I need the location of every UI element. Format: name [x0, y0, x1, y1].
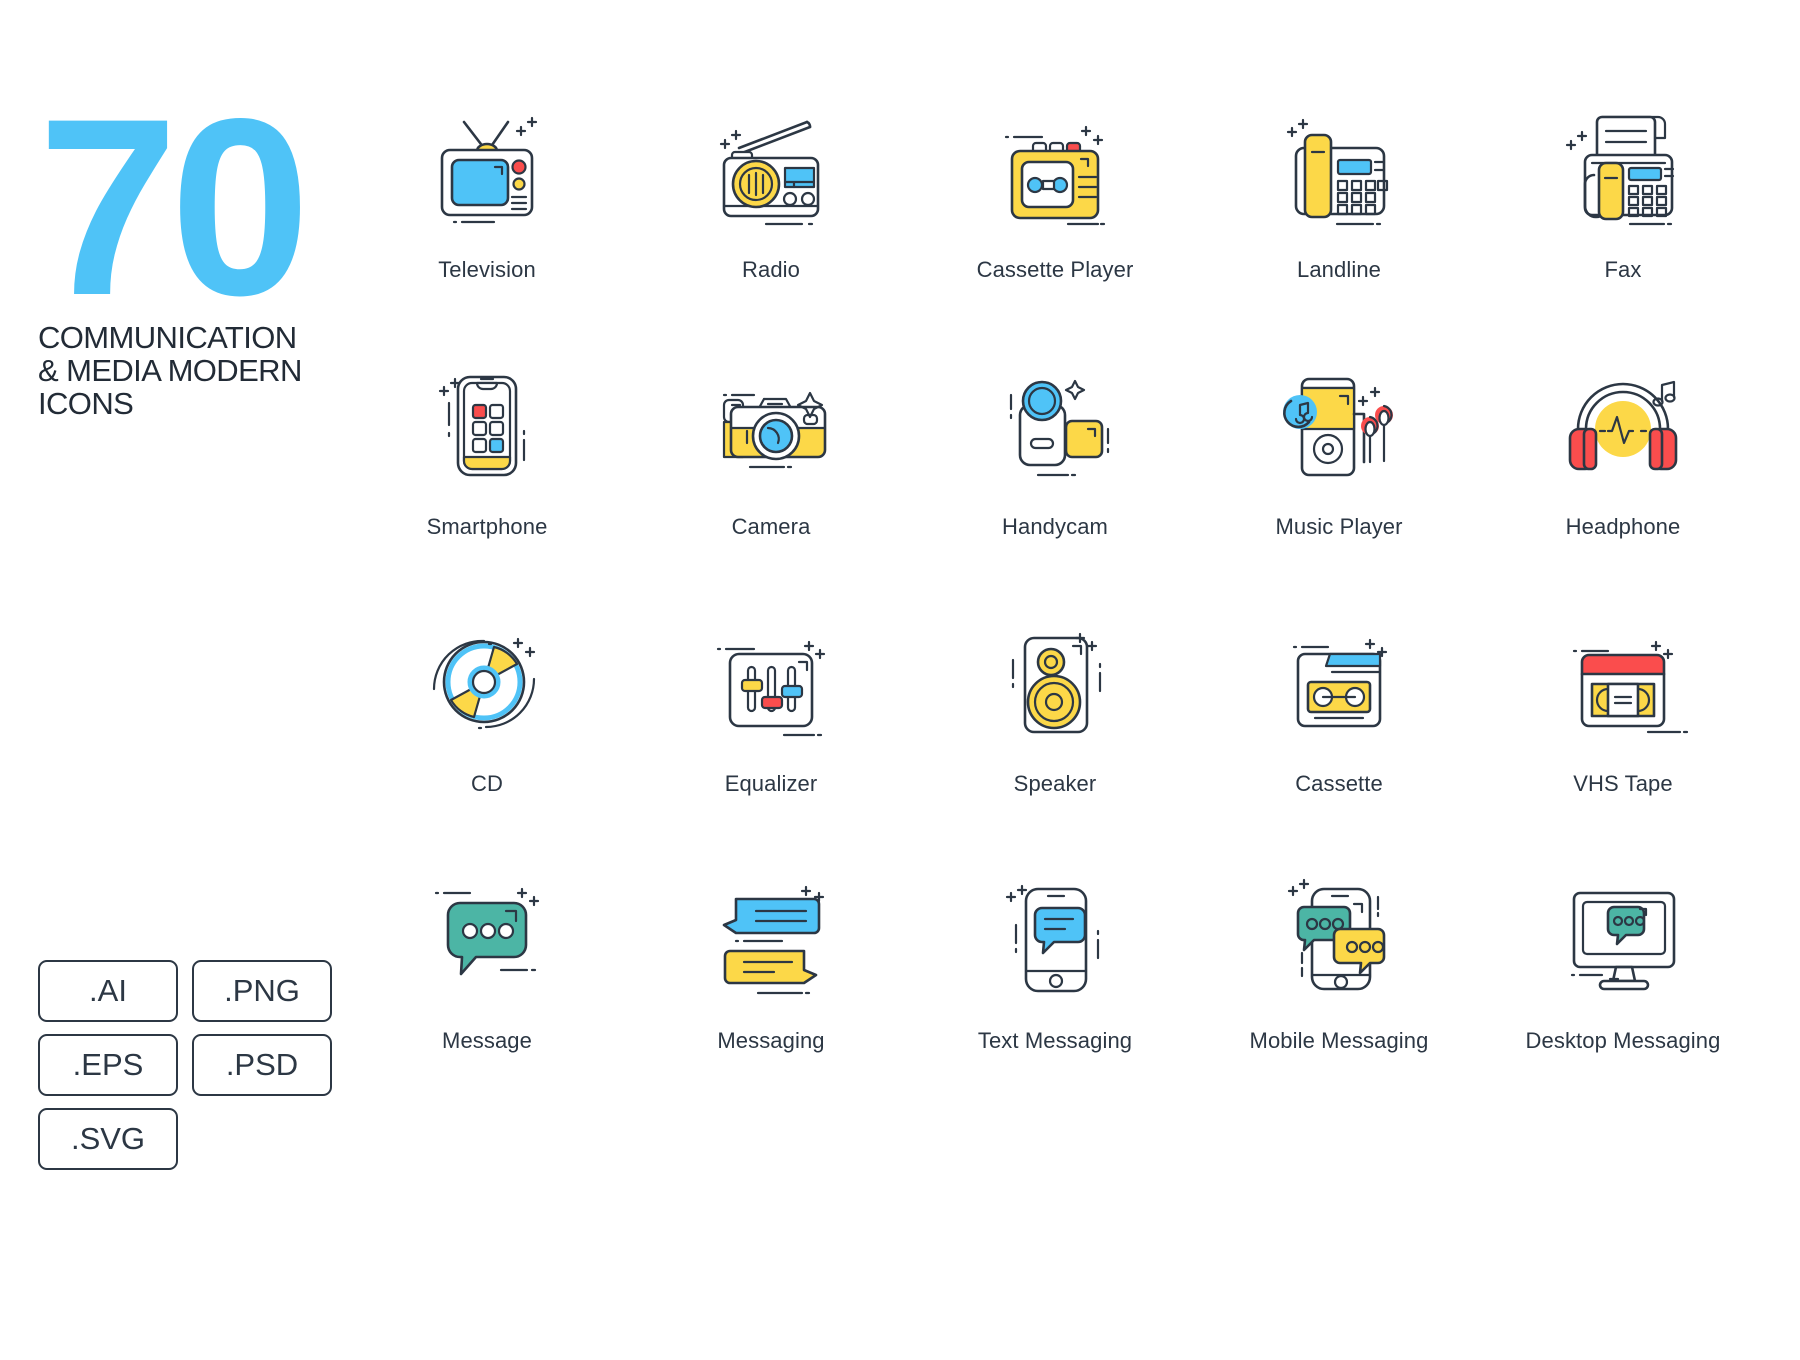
- icon-label: Cassette Player: [976, 257, 1134, 282]
- icon-label: Fax: [1604, 257, 1642, 282]
- icon-cell-cd[interactable]: CD: [345, 609, 629, 866]
- mobile-messaging-icon: [1244, 866, 1434, 1006]
- television-icon: [392, 95, 582, 235]
- icon-cell-fax[interactable]: Fax: [1481, 95, 1765, 352]
- camera-icon: [676, 352, 866, 492]
- smartphone-icon: [392, 352, 582, 492]
- icon-label: Speaker: [1013, 771, 1097, 796]
- icon-cell-text-messaging[interactable]: Text Messaging: [913, 866, 1197, 1123]
- icon-cell-camera[interactable]: Camera: [629, 352, 913, 609]
- icon-count: 70: [38, 67, 310, 348]
- fax-icon: [1528, 95, 1718, 235]
- icon-cell-cassette-player[interactable]: Cassette Player: [913, 95, 1197, 352]
- file-format-badge-svg[interactable]: .SVG: [38, 1108, 178, 1170]
- icon-label: VHS Tape: [1573, 771, 1673, 796]
- icon-label: Television: [438, 257, 536, 282]
- icon-cell-equalizer[interactable]: Equalizer: [629, 609, 913, 866]
- file-format-badge-png[interactable]: .PNG: [192, 960, 332, 1022]
- icon-label: Smartphone: [426, 514, 548, 539]
- music-player-icon: [1244, 352, 1434, 492]
- handycam-icon: [960, 352, 1150, 492]
- icon-label: Text Messaging: [977, 1028, 1133, 1053]
- icon-cell-television[interactable]: Television: [345, 95, 629, 352]
- cassette-player-icon: [960, 95, 1150, 235]
- icon-grid: Television Radio Cassette Player Landlin…: [345, 95, 1765, 1123]
- icon-cell-cassette[interactable]: Cassette: [1197, 609, 1481, 866]
- desktop-messaging-icon: [1528, 866, 1718, 1006]
- icon-label: Messaging: [717, 1028, 825, 1053]
- page-title: COMMUNICATION & MEDIA MODERN ICONS: [38, 319, 302, 422]
- icon-cell-mobile-messaging[interactable]: Mobile Messaging: [1197, 866, 1481, 1123]
- icon-label: Handycam: [1002, 514, 1108, 539]
- headphone-icon: [1528, 352, 1718, 492]
- icon-cell-desktop-messaging[interactable]: Desktop Messaging: [1481, 866, 1765, 1123]
- icon-label: Camera: [731, 514, 811, 539]
- speaker-icon: [960, 609, 1150, 749]
- icon-label: Music Player: [1275, 514, 1403, 539]
- cd-icon: [392, 609, 582, 749]
- landline-icon: [1244, 95, 1434, 235]
- icon-label: Equalizer: [724, 771, 818, 796]
- icon-cell-speaker[interactable]: Speaker: [913, 609, 1197, 866]
- icon-cell-radio[interactable]: Radio: [629, 95, 913, 352]
- file-format-badge-ai[interactable]: .AI: [38, 960, 178, 1022]
- icon-cell-messaging[interactable]: Messaging: [629, 866, 913, 1123]
- icon-label: Message: [442, 1028, 532, 1053]
- icon-set-poster: 70 COMMUNICATION & MEDIA MODERN ICONS .A…: [0, 0, 1800, 1360]
- file-format-badge-psd[interactable]: .PSD: [192, 1034, 332, 1096]
- equalizer-icon: [676, 609, 866, 749]
- icon-label: Headphone: [1565, 514, 1681, 539]
- icon-label: Desktop Messaging: [1525, 1028, 1721, 1053]
- icon-cell-message[interactable]: Message: [345, 866, 629, 1123]
- radio-icon: [676, 95, 866, 235]
- icon-label: Cassette: [1295, 771, 1383, 796]
- icon-cell-vhs-tape[interactable]: VHS Tape: [1481, 609, 1765, 866]
- poster-title-block: 70 COMMUNICATION & MEDIA MODERN ICONS: [38, 67, 368, 422]
- icon-label: Landline: [1297, 257, 1381, 282]
- text-messaging-icon: [960, 866, 1150, 1006]
- icon-label: CD: [471, 771, 503, 796]
- vhs-tape-icon: [1528, 609, 1718, 749]
- cassette-icon: [1244, 609, 1434, 749]
- file-format-badge-eps[interactable]: .EPS: [38, 1034, 178, 1096]
- icon-cell-landline[interactable]: Landline: [1197, 95, 1481, 352]
- icon-label: Radio: [742, 257, 800, 282]
- messaging-icon: [676, 866, 866, 1006]
- file-format-badge-list: .AI .PNG .EPS .PSD .SVG: [38, 960, 368, 1170]
- icon-cell-handycam[interactable]: Handycam: [913, 352, 1197, 609]
- icon-cell-headphone[interactable]: Headphone: [1481, 352, 1765, 609]
- message-icon: [392, 866, 582, 1006]
- icon-cell-smartphone[interactable]: Smartphone: [345, 352, 629, 609]
- icon-cell-music-player[interactable]: Music Player: [1197, 352, 1481, 609]
- icon-label: Mobile Messaging: [1249, 1028, 1429, 1053]
